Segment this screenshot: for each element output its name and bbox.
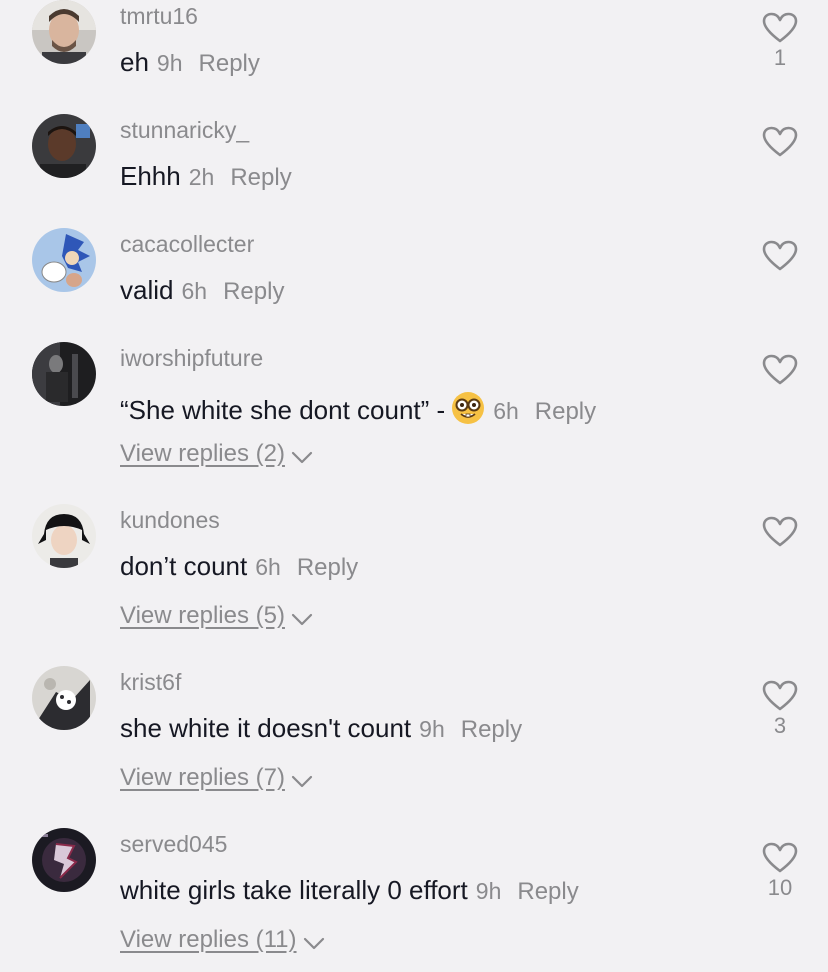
- view-replies-button[interactable]: View replies (2): [120, 440, 313, 468]
- comment-username[interactable]: served045: [120, 831, 227, 857]
- chevron-down-icon: [291, 613, 313, 626]
- like-count: 10: [767, 875, 793, 900]
- reply-button[interactable]: Reply: [223, 278, 284, 305]
- reply-button[interactable]: Reply: [535, 398, 596, 425]
- comment-text-line: “She white she dont count” - 6h Reply: [120, 391, 596, 427]
- view-replies-label: View replies (2): [120, 440, 285, 467]
- comment-text-line: she white it doesn't count 9h Reply: [120, 713, 522, 745]
- view-replies-label: View replies (11): [120, 926, 297, 953]
- comment-text-line: Ehhh 2h Reply: [120, 161, 292, 193]
- view-replies-button[interactable]: View replies (5): [120, 602, 313, 630]
- avatar[interactable]: [32, 666, 96, 730]
- comment-text: white girls take literally 0 effort: [120, 875, 468, 905]
- avatar[interactable]: [32, 342, 96, 406]
- heart-outline-icon: [762, 354, 798, 385]
- reply-button[interactable]: Reply: [297, 554, 358, 581]
- reply-button[interactable]: Reply: [461, 716, 522, 743]
- reply-button[interactable]: Reply: [517, 878, 578, 905]
- comment-username[interactable]: krist6f: [120, 669, 181, 695]
- comment-text: eh: [120, 47, 149, 77]
- comment-text: Ehhh: [120, 161, 181, 191]
- chevron-down-icon: [291, 775, 313, 788]
- comment-time: 6h: [181, 278, 208, 304]
- like-button[interactable]: 1: [760, 12, 800, 70]
- comment-username[interactable]: stunnaricky_: [120, 117, 249, 143]
- chevron-down-icon: [303, 937, 324, 950]
- comment-text: valid: [120, 275, 174, 305]
- comment-username[interactable]: tmrtu16: [120, 3, 198, 29]
- comment-text: “She white she dont count” -: [120, 395, 446, 425]
- like-count: 3: [773, 713, 787, 738]
- avatar[interactable]: [32, 0, 96, 64]
- avatar[interactable]: [32, 504, 96, 568]
- heart-outline-icon: [762, 12, 798, 43]
- like-button[interactable]: [760, 240, 800, 274]
- comment-text-line: white girls take literally 0 effort 9h Rep…: [120, 875, 579, 907]
- comment-time: 9h: [419, 716, 445, 742]
- heart-outline-icon: [762, 240, 798, 271]
- heart-outline-icon: [762, 516, 798, 547]
- reply-button[interactable]: Reply: [199, 50, 260, 77]
- view-replies-button[interactable]: View replies (7): [120, 764, 313, 792]
- comment-time: 6h: [255, 554, 281, 580]
- reply-button[interactable]: Reply: [230, 164, 291, 191]
- comment-username[interactable]: cacacollecter: [120, 231, 254, 257]
- like-count: 1: [773, 45, 787, 70]
- comment-text: don’t count: [120, 551, 248, 581]
- comment-time: 9h: [475, 878, 502, 904]
- heart-outline-icon: [762, 126, 798, 157]
- comment-username[interactable]: iworshipfuture: [120, 345, 263, 371]
- comment-time: 9h: [156, 50, 183, 76]
- comment-text-line: don’t count 6h Reply: [120, 551, 358, 583]
- like-button[interactable]: [760, 516, 800, 550]
- nerd-face-emoji: [452, 392, 485, 424]
- view-replies-label: View replies (7): [120, 764, 285, 791]
- comment-time: 2h: [188, 164, 215, 190]
- avatar[interactable]: [32, 828, 96, 892]
- view-replies-button[interactable]: View replies (11): [120, 926, 325, 954]
- avatar[interactable]: [32, 228, 96, 292]
- chevron-down-icon: [291, 451, 313, 464]
- comment-time: 6h: [493, 398, 519, 424]
- comment-username[interactable]: kundones: [120, 507, 220, 533]
- comment-text-line: eh 9h Reply: [120, 47, 260, 79]
- comment-text-line: valid 6h Reply: [120, 275, 284, 307]
- comment-list: tmrtu16 eh 9h Reply 1 stunnaricky_ Ehhh 2h R…: [0, 0, 828, 972]
- like-button[interactable]: [760, 354, 800, 388]
- heart-outline-icon: [762, 842, 798, 873]
- comment-text: she white it doesn't count: [120, 713, 412, 743]
- like-button[interactable]: 3: [760, 680, 800, 738]
- view-replies-label: View replies (5): [120, 602, 285, 629]
- like-button[interactable]: [760, 126, 800, 160]
- avatar[interactable]: [32, 114, 96, 178]
- heart-outline-icon: [762, 680, 798, 711]
- like-button[interactable]: 10: [760, 842, 800, 900]
